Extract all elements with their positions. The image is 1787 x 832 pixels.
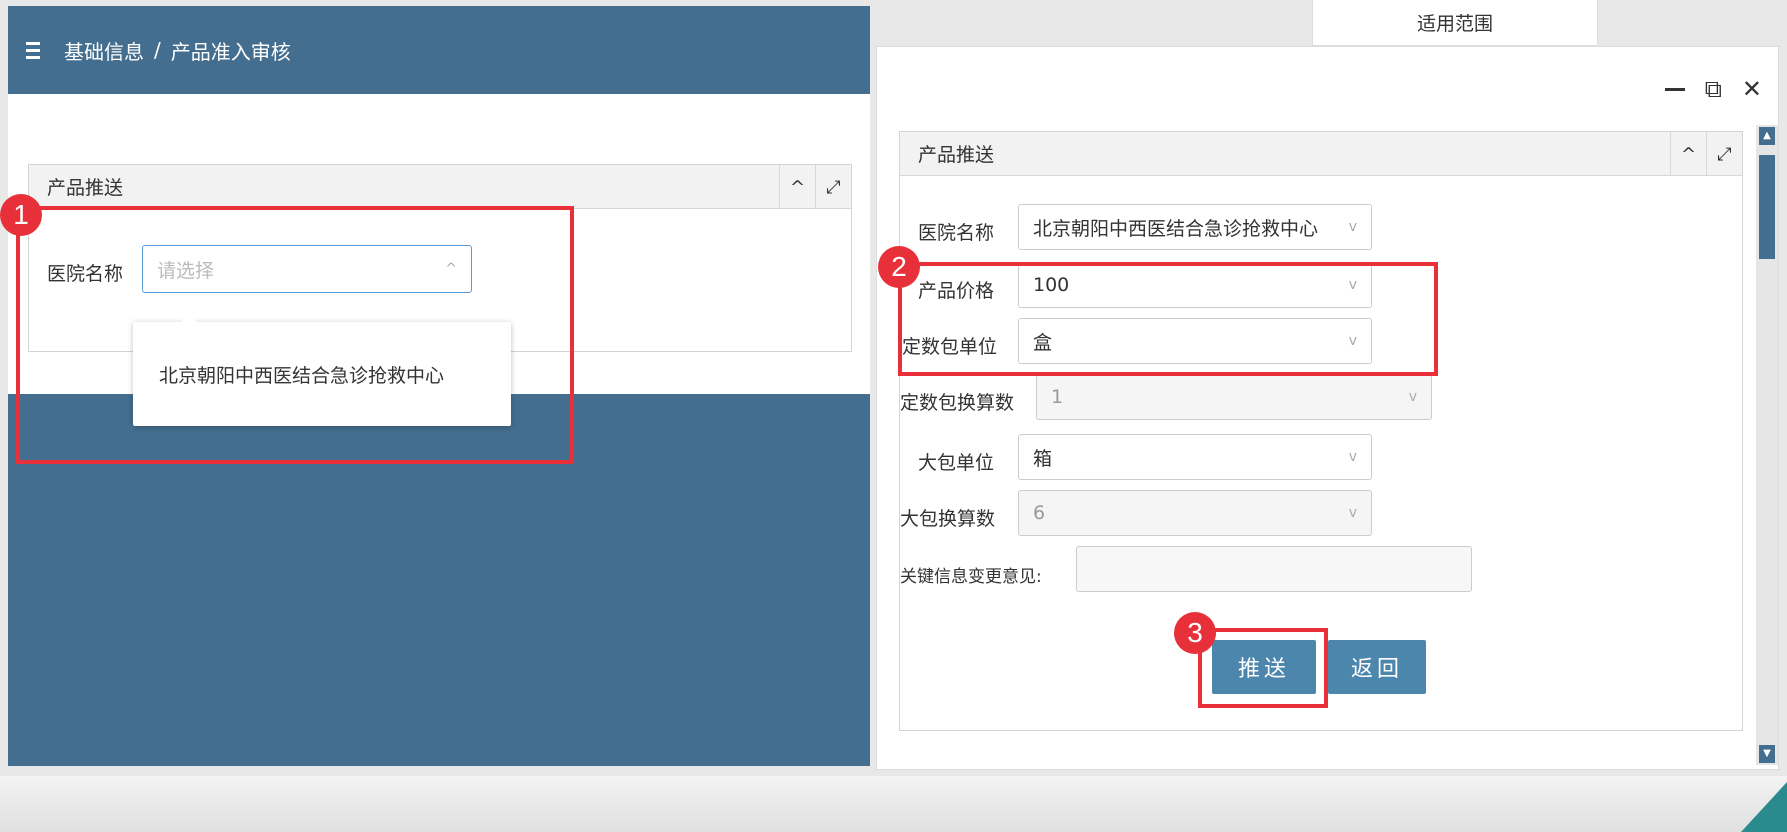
chevron-down-icon: v bbox=[1408, 389, 1417, 405]
chevron-down-icon: v bbox=[1348, 219, 1357, 235]
expand-icon[interactable]: ⤢ bbox=[815, 165, 851, 209]
back-button-label: 返回 bbox=[1350, 657, 1403, 682]
field-label-big-unit: 大包单位 bbox=[918, 452, 995, 474]
step-badge-1-label: 1 bbox=[13, 199, 29, 230]
top-bar: 基础信息 / 产品准入审核 bbox=[8, 6, 870, 94]
breadcrumb-separator: / bbox=[154, 38, 161, 62]
field-label-big-conversion: 大包换算数 bbox=[900, 508, 996, 530]
field-label-hospital: 医院名称 bbox=[918, 222, 995, 244]
unit-conversion-value: 1 bbox=[1051, 386, 1064, 408]
hospital-select[interactable]: 北京朝阳中西医结合急诊抢救中心 v bbox=[1018, 204, 1372, 250]
panel-title: 产品推送 bbox=[47, 177, 124, 199]
collapse-icon[interactable]: ^ bbox=[779, 165, 815, 209]
tab-scope[interactable]: 适用范围 bbox=[1312, 0, 1598, 46]
step-badge-2-label: 2 bbox=[891, 251, 907, 282]
big-conversion-value: 6 bbox=[1033, 502, 1046, 524]
scrollbar[interactable]: ▲ ▼ bbox=[1756, 125, 1778, 765]
change-opinion-input[interactable] bbox=[1076, 546, 1472, 592]
chevron-down-icon: v bbox=[1348, 505, 1357, 521]
back-button[interactable]: 返回 bbox=[1328, 640, 1426, 694]
scroll-down-icon[interactable]: ▼ bbox=[1759, 745, 1775, 763]
step-badge-2: 2 bbox=[878, 246, 920, 288]
expand-icon[interactable]: ⤢ bbox=[1706, 132, 1742, 176]
field-label-change-opinion: 关键信息变更意见: bbox=[900, 567, 1042, 587]
big-unit-value: 箱 bbox=[1033, 447, 1053, 470]
panel-title: 产品推送 bbox=[918, 144, 995, 166]
minimize-icon[interactable] bbox=[1664, 87, 1685, 91]
bottom-strip bbox=[0, 776, 1787, 832]
field-label-unit-conversion: 定数包换算数 bbox=[900, 392, 1015, 414]
highlight-box-3 bbox=[1198, 628, 1328, 708]
chevron-down-icon: v bbox=[1348, 449, 1357, 465]
big-conversion-select: 6 v bbox=[1018, 490, 1372, 536]
step-badge-3-label: 3 bbox=[1187, 617, 1203, 648]
step-badge-1: 1 bbox=[0, 194, 42, 236]
menu-icon[interactable] bbox=[26, 41, 46, 59]
corner-decoration bbox=[1741, 782, 1787, 832]
scroll-up-icon[interactable]: ▲ bbox=[1759, 127, 1775, 145]
breadcrumb-root[interactable]: 基础信息 bbox=[64, 36, 144, 65]
maximize-icon[interactable]: ⧉ bbox=[1705, 75, 1722, 103]
close-icon[interactable]: ✕ bbox=[1742, 75, 1762, 103]
scrollbar-thumb[interactable] bbox=[1759, 155, 1775, 259]
tab-scope-label: 适用范围 bbox=[1416, 13, 1493, 35]
step-badge-3: 3 bbox=[1174, 612, 1216, 654]
highlight-box-2 bbox=[898, 262, 1438, 376]
highlight-box-1 bbox=[16, 206, 574, 464]
big-unit-select[interactable]: 箱 v bbox=[1018, 434, 1372, 480]
collapse-icon[interactable]: ^ bbox=[1670, 132, 1706, 176]
unit-conversion-select: 1 v bbox=[1036, 374, 1432, 420]
hospital-value: 北京朝阳中西医结合急诊抢救中心 bbox=[1033, 217, 1319, 240]
breadcrumb-current: 产品准入审核 bbox=[170, 39, 291, 64]
